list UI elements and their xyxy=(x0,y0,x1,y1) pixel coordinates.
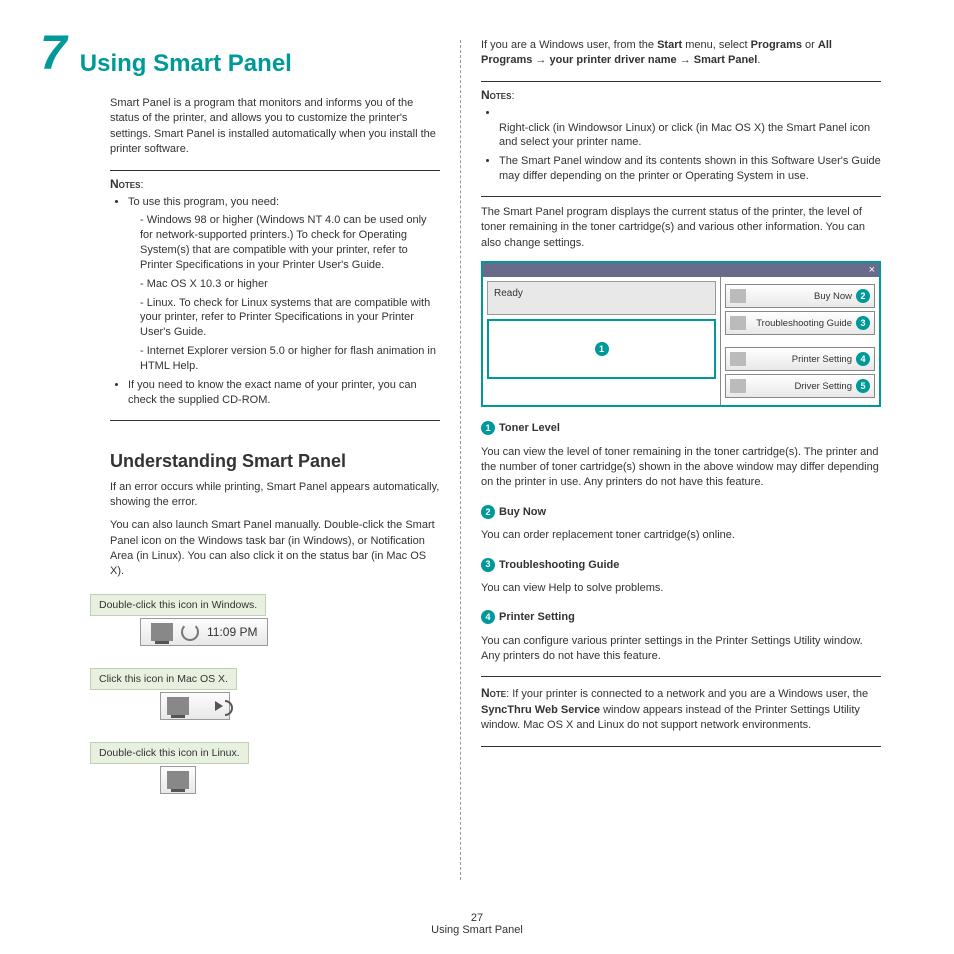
status-box: Ready xyxy=(487,281,716,315)
buy-now-button[interactable]: Buy Now 2 xyxy=(725,284,875,308)
marker-3: 3 xyxy=(856,316,870,330)
feature-body: You can view Help to solve problems. xyxy=(481,581,881,596)
feature-heading: 3Troubleshooting Guide xyxy=(481,558,881,573)
note-sub-item: Internet Explorer version 5.0 or higher … xyxy=(140,344,440,374)
page-title: Using Smart Panel xyxy=(80,50,292,78)
paragraph: If you are a Windows user, from the Star… xyxy=(481,38,881,69)
note-network: Note: If your printer is connected to a … xyxy=(481,685,881,733)
taskbar-linux xyxy=(160,766,196,794)
toner-level-box: 1 xyxy=(487,319,716,379)
section-heading: Understanding Smart Panel xyxy=(110,451,440,472)
callout-mac: Click this icon in Mac OS X. xyxy=(90,668,237,690)
paragraph: If an error occurs while printing, Smart… xyxy=(110,480,440,511)
paragraph: The Smart Panel program displays the cur… xyxy=(481,205,881,251)
note-item: Right-click (in Windowsor Linux) or clic… xyxy=(499,106,881,151)
feature-body: You can view the level of toner remainin… xyxy=(481,445,881,491)
marker-5: 5 xyxy=(856,379,870,393)
book-icon xyxy=(730,316,746,330)
troubleshooting-button[interactable]: Troubleshooting Guide 3 xyxy=(725,311,875,335)
taskbar-windows: 11:09 PM xyxy=(140,618,268,646)
note-item: If you need to know the exact name of yo… xyxy=(128,378,440,408)
callout-linux: Double-click this icon in Linux. xyxy=(90,742,249,764)
intro-paragraph: Smart Panel is a program that monitors a… xyxy=(110,96,440,158)
refresh-icon xyxy=(181,623,199,641)
marker-2: 2 xyxy=(856,289,870,303)
marker-1: 1 xyxy=(595,342,609,356)
notes-heading: Notes xyxy=(110,177,140,191)
close-icon[interactable]: × xyxy=(869,264,875,276)
note-sub-item: Mac OS X 10.3 or higher xyxy=(140,277,440,292)
left-column: 7 Using Smart Panel Smart Panel is a pro… xyxy=(40,30,460,890)
feature-body: You can order replacement toner cartridg… xyxy=(481,528,881,543)
paragraph: You can also launch Smart Panel manually… xyxy=(110,518,440,580)
printer-setting-button[interactable]: Printer Setting 4 xyxy=(725,347,875,371)
feature-heading: 1Toner Level xyxy=(481,421,881,436)
right-column: If you are a Windows user, from the Star… xyxy=(461,30,881,890)
printer-icon xyxy=(730,352,746,366)
note-sub-item: Windows 98 or higher (Windows NT 4.0 can… xyxy=(140,213,440,272)
feature-body: You can configure various printer settin… xyxy=(481,634,881,665)
clock-text: 11:09 PM xyxy=(207,625,257,639)
feature-heading: 4Printer Setting xyxy=(481,610,881,625)
note-item: The Smart Panel window and its contents … xyxy=(499,154,881,184)
note-item: To use this program, you need: xyxy=(128,195,440,210)
callout-windows: Double-click this icon in Windows. xyxy=(90,594,266,616)
printer-icon xyxy=(167,771,189,789)
cart-icon xyxy=(730,289,746,303)
marker-4: 4 xyxy=(856,352,870,366)
notes-heading: Notes xyxy=(481,88,511,102)
chapter-number: 7 xyxy=(40,30,67,78)
gear-icon xyxy=(730,379,746,393)
printer-icon xyxy=(151,623,173,641)
note-sub-item: Linux. To check for Linux systems that a… xyxy=(140,296,440,341)
page-footer: 27 Using Smart Panel xyxy=(0,912,954,936)
driver-setting-button[interactable]: Driver Setting 5 xyxy=(725,374,875,398)
speaker-icon xyxy=(215,701,223,711)
smartpanel-screenshot: × Ready 1 Buy Now 2 Troubleshooting Guid… xyxy=(481,261,881,407)
taskbar-mac xyxy=(160,692,230,720)
page-number: 27 xyxy=(0,912,954,924)
footer-title: Using Smart Panel xyxy=(0,924,954,936)
feature-heading: 2Buy Now xyxy=(481,505,881,520)
printer-icon xyxy=(167,697,189,715)
